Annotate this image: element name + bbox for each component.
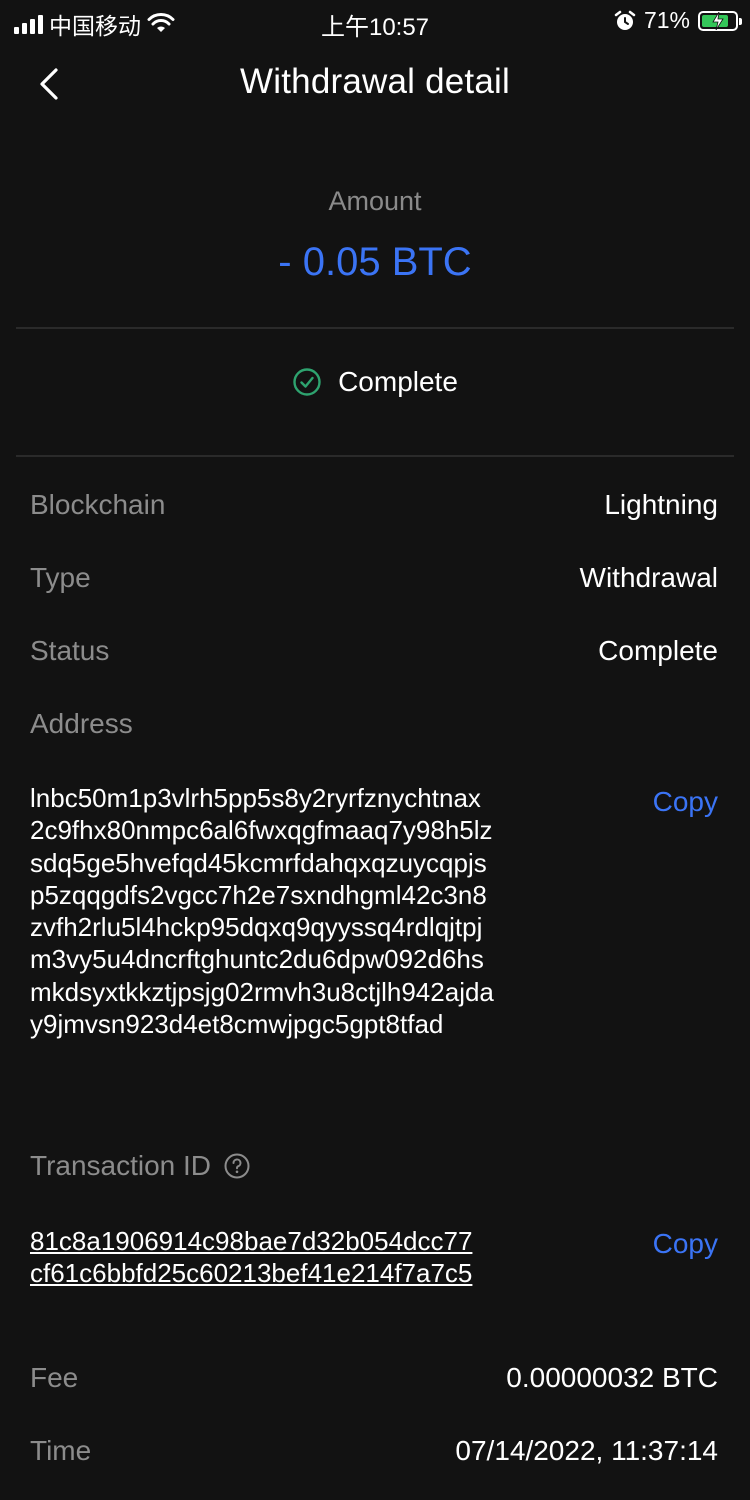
page-title: Withdrawal detail xyxy=(240,62,510,101)
detail-row-fee: Fee 0.00000032 BTC xyxy=(30,1362,718,1394)
charging-bolt-icon xyxy=(712,11,724,30)
address-label: Address xyxy=(30,708,133,740)
battery-percent: 71% xyxy=(643,7,690,33)
detail-row-blockchain: Blockchain Lightning xyxy=(30,489,718,521)
status-bar: 中国移动 上午10:57 71% xyxy=(0,0,750,44)
check-circle-icon xyxy=(293,368,321,396)
blockchain-value: Lightning xyxy=(604,489,718,520)
help-icon[interactable] xyxy=(223,1152,251,1180)
copy-transaction-id-button[interactable]: Copy xyxy=(653,1228,718,1260)
blockchain-label: Blockchain xyxy=(30,489,166,520)
battery-icon xyxy=(698,10,742,31)
transaction-id-link[interactable]: 81c8a1906914c98bae7d32b054dcc77cf61c6bbf… xyxy=(30,1225,485,1289)
detail-row-type: Type Withdrawal xyxy=(30,562,718,594)
divider xyxy=(16,455,734,457)
amount-value: - 0.05 BTC xyxy=(278,240,472,284)
fee-label: Fee xyxy=(30,1362,79,1393)
nav-bar: Withdrawal detail xyxy=(0,44,750,124)
transaction-id-label: Transaction ID xyxy=(30,1150,251,1182)
address-value: lnbc50m1p3vlrh5pp5s8y2ryrfznychtnax2c9fh… xyxy=(30,783,494,1040)
time-value: 07/14/2022, 11:37:14 xyxy=(455,1435,718,1466)
alarm-icon xyxy=(614,10,636,30)
status-banner-label: Complete xyxy=(338,366,458,397)
copy-address-button[interactable]: Copy xyxy=(653,786,718,818)
status-right: 71% xyxy=(614,7,742,34)
transaction-id-label-text: Transaction ID xyxy=(30,1150,212,1181)
time-label: Time xyxy=(30,1435,92,1466)
type-value: Withdrawal xyxy=(579,562,718,593)
amount-label: Amount xyxy=(328,186,422,216)
detail-row-time: Time 07/14/2022, 11:37:14 xyxy=(30,1435,718,1467)
fee-value: 0.00000032 BTC xyxy=(506,1362,718,1393)
type-label: Type xyxy=(30,562,91,593)
status-label: Status xyxy=(30,635,110,666)
status-value: Complete xyxy=(598,635,718,666)
status-banner: Complete xyxy=(0,366,750,398)
divider xyxy=(16,327,734,329)
detail-row-status: Status Complete xyxy=(30,635,718,667)
address-label-text: Address xyxy=(30,708,133,739)
